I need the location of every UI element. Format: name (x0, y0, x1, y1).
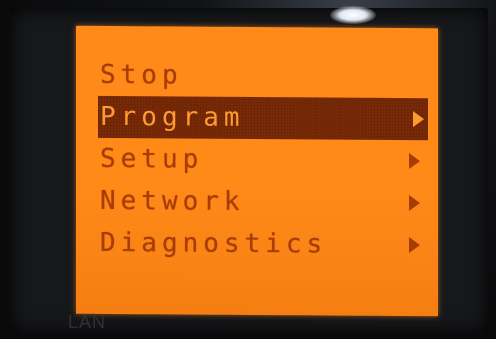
menu-item-label: Setup (100, 143, 204, 175)
light-glare (330, 6, 376, 24)
menu-item-program[interactable]: Program (98, 95, 428, 141)
lcd-screen: Stop Program Setup Network Diagnostics (76, 25, 438, 317)
submenu-arrow-icon (413, 111, 424, 128)
menu-item-diagnostics[interactable]: Diagnostics (76, 222, 438, 267)
menu-item-label: Stop (100, 59, 183, 91)
menu-item-label: Program (100, 101, 245, 133)
menu-item-stop[interactable]: Stop (76, 54, 438, 99)
submenu-arrow-icon (409, 153, 420, 170)
menu-item-setup[interactable]: Setup (76, 138, 438, 183)
menu-item-network[interactable]: Network (76, 180, 438, 225)
submenu-arrow-icon (409, 195, 420, 212)
menu-list: Stop Program Setup Network Diagnostics (76, 54, 438, 267)
menu-item-label: Network (100, 185, 245, 217)
lan-panel-label: LAN (68, 312, 107, 332)
menu-item-label: Diagnostics (100, 227, 328, 260)
submenu-arrow-icon (409, 237, 420, 254)
